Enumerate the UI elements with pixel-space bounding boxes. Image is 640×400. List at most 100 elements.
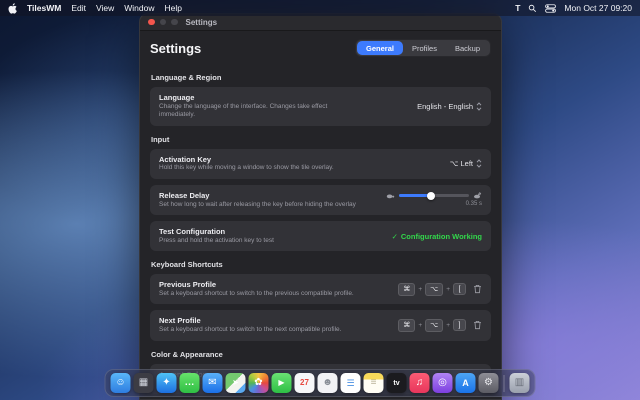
row-title: Activation Key bbox=[159, 155, 334, 165]
tortoise-icon bbox=[386, 193, 395, 199]
keycap-command: ⌘ bbox=[398, 319, 415, 332]
trash-icon: ▥ bbox=[515, 378, 524, 388]
trash-icon bbox=[473, 284, 482, 294]
slider-thumb[interactable] bbox=[427, 192, 435, 200]
dock-item-finder[interactable]: ☺ bbox=[111, 373, 131, 393]
menu-item-edit[interactable]: Edit bbox=[71, 3, 86, 13]
dock-item-podcasts[interactable]: ◎ bbox=[433, 373, 453, 393]
row-title: Language bbox=[159, 93, 364, 103]
maps-icon: ➤ bbox=[232, 379, 239, 387]
trash-icon bbox=[473, 320, 482, 330]
section-input: Input bbox=[151, 135, 490, 144]
release-delay-value: 0.35 s bbox=[466, 201, 482, 207]
next-profile-shortcut[interactable]: ⌘ + ⌥ + ] bbox=[398, 319, 482, 332]
tab-general[interactable]: General bbox=[357, 41, 403, 55]
facetime-icon: ▶ bbox=[278, 379, 284, 387]
check-icon: ✓ bbox=[392, 232, 398, 241]
launchpad-icon: ▦ bbox=[139, 378, 148, 388]
calendar-icon: 27 bbox=[300, 379, 309, 387]
music-icon: ♫ bbox=[416, 378, 424, 388]
dock-item-reminders[interactable]: ☰ bbox=[341, 373, 361, 393]
minimize-button[interactable] bbox=[160, 19, 167, 26]
section-language-region: Language & Region bbox=[151, 73, 490, 82]
close-button[interactable] bbox=[148, 19, 155, 26]
row-title: Test Configuration bbox=[159, 227, 274, 237]
row-next-profile: Next Profile Set a keyboard shortcut to … bbox=[150, 310, 491, 340]
row-subtitle: Set a keyboard shortcut to switch to the… bbox=[159, 290, 354, 298]
photos-icon: ✿ bbox=[254, 378, 262, 388]
release-delay-slider[interactable] bbox=[399, 194, 469, 197]
dock-item-calendar[interactable]: 27 bbox=[295, 373, 315, 393]
search-icon[interactable] bbox=[528, 4, 537, 13]
dock-item-music[interactable]: ♫ bbox=[410, 373, 430, 393]
row-title: Release Delay bbox=[159, 191, 356, 201]
dock-item-mail[interactable]: ✉ bbox=[203, 373, 223, 393]
keycap-option: ⌥ bbox=[425, 283, 443, 296]
dock-separator bbox=[504, 375, 505, 392]
section-color-appearance: Color & Appearance bbox=[151, 350, 490, 359]
dock-item-trash[interactable]: ▥ bbox=[510, 373, 530, 393]
tab-bar: General Profiles Backup bbox=[355, 39, 491, 57]
row-subtitle: Hold this key while moving a window to s… bbox=[159, 164, 334, 172]
zoom-button[interactable] bbox=[171, 19, 178, 26]
notes-icon: ≡ bbox=[371, 378, 377, 388]
menu-item-help[interactable]: Help bbox=[165, 3, 182, 13]
dock-item-maps[interactable]: ➤ bbox=[226, 373, 246, 393]
dock-item-facetime[interactable]: ▶ bbox=[272, 373, 292, 393]
keycap-command: ⌘ bbox=[398, 283, 415, 296]
settings-gear-icon: ⚙ bbox=[484, 378, 493, 388]
menu-item-view[interactable]: View bbox=[96, 3, 114, 13]
row-activation-key: Activation Key Hold this key while movin… bbox=[150, 149, 491, 179]
row-title: Previous Profile bbox=[159, 280, 354, 290]
safari-icon: ✦ bbox=[162, 378, 170, 388]
delete-shortcut-button[interactable] bbox=[473, 320, 482, 330]
previous-profile-shortcut[interactable]: ⌘ + ⌥ + [ bbox=[398, 283, 482, 296]
page-title: Settings bbox=[150, 41, 201, 56]
tileswm-status-icon[interactable]: T bbox=[515, 3, 520, 13]
delete-shortcut-button[interactable] bbox=[473, 284, 482, 294]
dock-item-photos[interactable]: ✿ bbox=[249, 373, 269, 393]
menu-item-app[interactable]: TilesWM bbox=[27, 3, 61, 13]
dock-item-notes[interactable]: ≡ bbox=[364, 373, 384, 393]
tab-profiles[interactable]: Profiles bbox=[403, 41, 446, 55]
row-title: Next Profile bbox=[159, 316, 341, 326]
menu-item-window[interactable]: Window bbox=[124, 3, 154, 13]
appstore-icon: A bbox=[462, 379, 469, 388]
reminders-icon: ☰ bbox=[346, 379, 354, 388]
settings-content: Language & Region Language Change the la… bbox=[140, 73, 501, 400]
row-subtitle: Change the language of the interface. Ch… bbox=[159, 103, 364, 120]
row-release-delay: Release Delay Set how long to wait after… bbox=[150, 185, 491, 215]
dock-item-launchpad[interactable]: ▦ bbox=[134, 373, 154, 393]
window-header: Settings General Profiles Backup bbox=[140, 31, 501, 64]
chevron-up-down-icon bbox=[476, 159, 482, 168]
titlebar-title: Settings bbox=[186, 18, 218, 27]
keycap-option: ⌥ bbox=[425, 319, 443, 332]
section-keyboard-shortcuts: Keyboard Shortcuts bbox=[151, 260, 490, 269]
menu-bar-clock[interactable]: Mon Oct 27 09:20 bbox=[564, 3, 632, 13]
dock-item-messages[interactable]: … bbox=[180, 373, 200, 393]
dock-item-contacts[interactable]: ☻ bbox=[318, 373, 338, 393]
row-subtitle: Press and hold the activation key to tes… bbox=[159, 237, 274, 245]
apple-menu-icon[interactable] bbox=[8, 3, 17, 14]
control-center-icon[interactable] bbox=[545, 4, 556, 13]
activation-key-dropdown[interactable]: ⌥ Left bbox=[450, 159, 482, 168]
row-test-configuration: Test Configuration Press and hold the ac… bbox=[150, 221, 491, 251]
dock-item-safari[interactable]: ✦ bbox=[157, 373, 177, 393]
keycap-bracket-left: [ bbox=[453, 283, 466, 295]
dock-item-tv[interactable]: tv bbox=[387, 373, 407, 393]
row-subtitle: Set how long to wait after releasing the… bbox=[159, 201, 356, 209]
mail-icon: ✉ bbox=[208, 378, 216, 388]
row-language: Language Change the language of the inte… bbox=[150, 87, 491, 126]
tab-backup[interactable]: Backup bbox=[446, 41, 489, 55]
dock-item-settings[interactable]: ⚙ bbox=[479, 373, 499, 393]
podcasts-icon: ◎ bbox=[438, 378, 447, 388]
finder-icon: ☺ bbox=[115, 378, 125, 388]
hare-icon bbox=[473, 192, 482, 199]
configuration-status: ✓ Configuration Working bbox=[392, 232, 482, 241]
language-dropdown[interactable]: English - English bbox=[417, 102, 482, 111]
menu-bar: TilesWM Edit View Window Help T Mon Oct … bbox=[0, 0, 640, 16]
window-titlebar[interactable]: Settings bbox=[140, 14, 501, 31]
tv-icon: tv bbox=[393, 380, 399, 387]
dock-item-appstore[interactable]: A bbox=[456, 373, 476, 393]
keycap-bracket-right: ] bbox=[453, 319, 466, 331]
